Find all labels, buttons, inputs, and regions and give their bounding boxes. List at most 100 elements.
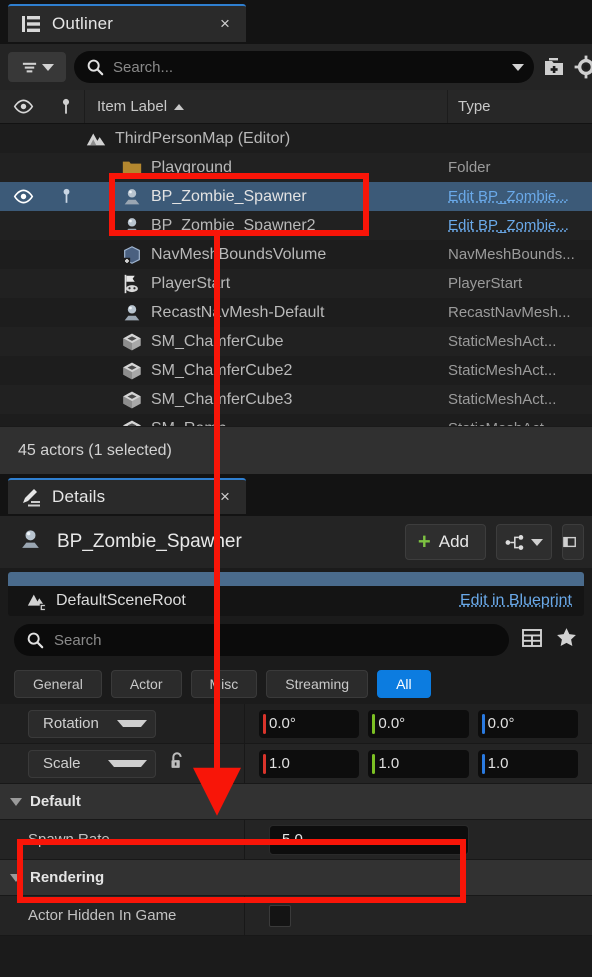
transform-mode-dropdown[interactable]: Rotation bbox=[28, 710, 156, 738]
outliner-tree[interactable]: ThirdPersonMap (Editor) Playground Folder B… bbox=[0, 124, 592, 426]
property-label: Actor Hidden In Game bbox=[28, 907, 176, 924]
component-tree[interactable]: DefaultSceneRoot Edit in Blueprint bbox=[8, 572, 584, 616]
outliner-row[interactable]: SM_ChamferCube2 StaticMeshAct... bbox=[0, 356, 592, 385]
outliner-row[interactable]: SM_Ramp StaticMeshAct... bbox=[0, 414, 592, 426]
component-name: DefaultSceneRoot bbox=[56, 592, 186, 610]
tab-details[interactable]: Details × bbox=[8, 478, 246, 514]
static-mesh-icon bbox=[121, 418, 143, 427]
row-type[interactable]: Edit BP_Zombie... bbox=[448, 217, 592, 234]
axis-input[interactable]: 1.0 bbox=[368, 750, 468, 778]
row-name: Playground bbox=[151, 159, 232, 177]
row-label-cell: BP_Zombie_Spawner bbox=[85, 186, 448, 208]
transform-mode-dropdown[interactable]: Scale bbox=[28, 750, 156, 778]
row-visibility-toggle[interactable] bbox=[0, 186, 47, 207]
row-type: StaticMeshAct... bbox=[448, 362, 592, 379]
transform-label-cell: Rotation bbox=[0, 704, 245, 743]
row-name: NavMeshBoundsVolume bbox=[151, 246, 326, 264]
axis-color-bar bbox=[263, 754, 266, 774]
chevron-down-icon bbox=[531, 539, 543, 546]
property-row: Spawn Rate 5.0 bbox=[0, 820, 592, 860]
axis-input[interactable]: 0.0° bbox=[259, 710, 359, 738]
chevron-down-icon bbox=[10, 874, 22, 882]
axis-input[interactable]: 0.0° bbox=[478, 710, 578, 738]
new-folder-icon[interactable] bbox=[542, 55, 566, 79]
static-mesh-icon bbox=[121, 389, 143, 411]
type-column-header[interactable]: Type bbox=[448, 90, 592, 123]
axis-input[interactable]: 1.0 bbox=[478, 750, 578, 778]
row-pin-toggle[interactable] bbox=[47, 187, 85, 206]
axis-value: 0.0° bbox=[488, 715, 515, 732]
property-number-input[interactable]: 5.0 bbox=[269, 825, 469, 855]
axis-input[interactable]: 0.0° bbox=[368, 710, 468, 738]
property-label-cell: Spawn Rate bbox=[0, 820, 245, 859]
outliner-row[interactable]: SM_ChamferCube StaticMeshAct... bbox=[0, 327, 592, 356]
outliner-icon bbox=[20, 13, 42, 35]
pin-column-header[interactable] bbox=[47, 90, 85, 123]
details-overflow-button[interactable] bbox=[562, 524, 584, 560]
transform-label: Rotation bbox=[43, 715, 117, 732]
property-checkbox[interactable] bbox=[269, 905, 291, 927]
row-label-cell: PlayerStart bbox=[85, 273, 448, 295]
row-label-cell: SM_Ramp bbox=[85, 418, 448, 427]
item-label-column-header[interactable]: Item Label bbox=[85, 90, 448, 123]
outliner-search[interactable] bbox=[74, 51, 534, 83]
outliner-row[interactable]: NavMeshBoundsVolume NavMeshBounds... bbox=[0, 240, 592, 269]
outliner-row[interactable]: RecastNavMesh-Default RecastNavMesh... bbox=[0, 298, 592, 327]
sort-ascending-icon bbox=[174, 104, 184, 110]
edit-in-blueprint-link[interactable]: Edit in Blueprint bbox=[460, 592, 572, 610]
section-title: Rendering bbox=[30, 869, 104, 886]
outliner-row[interactable]: Playground Folder bbox=[0, 153, 592, 182]
component-row[interactable]: DefaultSceneRoot Edit in Blueprint bbox=[8, 586, 584, 616]
actor-count-label: 45 actors (1 selected) bbox=[18, 442, 172, 460]
filter-tab-misc[interactable]: Misc bbox=[191, 670, 258, 698]
details-search-input[interactable] bbox=[54, 632, 497, 649]
axis-value: 0.0° bbox=[378, 715, 405, 732]
outliner-row[interactable]: PlayerStart PlayerStart bbox=[0, 269, 592, 298]
visibility-column-header[interactable] bbox=[0, 90, 47, 123]
filter-button[interactable] bbox=[8, 52, 66, 82]
filter-tab-actor[interactable]: Actor bbox=[111, 670, 182, 698]
outliner-row[interactable]: BP_Zombie_Spawner Edit BP_Zombie... bbox=[0, 182, 592, 211]
star-icon[interactable] bbox=[555, 626, 578, 654]
eye-icon[interactable] bbox=[13, 186, 34, 207]
axis-color-bar bbox=[372, 714, 375, 734]
row-name: SM_ChamferCube3 bbox=[151, 391, 292, 409]
plus-icon: + bbox=[418, 531, 431, 553]
pin-icon[interactable] bbox=[57, 187, 76, 206]
close-icon[interactable]: × bbox=[214, 14, 236, 34]
world-icon bbox=[85, 128, 107, 150]
property-value-cell bbox=[245, 905, 592, 927]
unreal-editor-panels: Outliner × Search... Item Label Type Thi… bbox=[0, 0, 592, 977]
scale-lock-icon[interactable] bbox=[166, 750, 188, 777]
eye-icon bbox=[13, 96, 34, 117]
chevron-down-icon bbox=[42, 64, 54, 71]
axis-value: 1.0 bbox=[269, 755, 290, 772]
row-type: PlayerStart bbox=[448, 275, 592, 292]
filter-tab-all[interactable]: All bbox=[377, 670, 431, 698]
details-search[interactable] bbox=[14, 624, 509, 656]
section-header[interactable]: Rendering bbox=[0, 860, 592, 896]
chevron-down-icon[interactable] bbox=[512, 64, 524, 71]
grid-view-icon[interactable] bbox=[521, 627, 543, 654]
row-name: SM_ChamferCube bbox=[151, 333, 284, 351]
blueprint-menu-button[interactable] bbox=[496, 524, 552, 560]
close-icon[interactable]: × bbox=[214, 487, 236, 507]
search-input[interactable] bbox=[113, 59, 503, 76]
section-header[interactable]: Default bbox=[0, 784, 592, 820]
axis-input[interactable]: 1.0 bbox=[259, 750, 359, 778]
outliner-row[interactable]: BP_Zombie_Spawner2 Edit BP_Zombie... bbox=[0, 211, 592, 240]
row-type[interactable]: Edit BP_Zombie... bbox=[448, 188, 592, 205]
settings-gear-icon[interactable] bbox=[574, 55, 592, 79]
tab-outliner[interactable]: Outliner × bbox=[8, 4, 246, 42]
row-type: StaticMeshAct... bbox=[448, 420, 592, 426]
row-type: RecastNavMesh... bbox=[448, 304, 592, 321]
actor-icon bbox=[121, 215, 143, 237]
outliner-row[interactable]: SM_ChamferCube3 StaticMeshAct... bbox=[0, 385, 592, 414]
filter-tab-general[interactable]: General bbox=[14, 670, 102, 698]
outliner-row[interactable]: ThirdPersonMap (Editor) bbox=[0, 124, 592, 153]
component-row[interactable] bbox=[8, 572, 584, 586]
filter-tab-streaming[interactable]: Streaming bbox=[266, 670, 368, 698]
add-component-button[interactable]: + Add bbox=[405, 524, 486, 560]
row-name: BP_Zombie_Spawner2 bbox=[151, 217, 316, 235]
transform-label: Scale bbox=[43, 755, 108, 772]
